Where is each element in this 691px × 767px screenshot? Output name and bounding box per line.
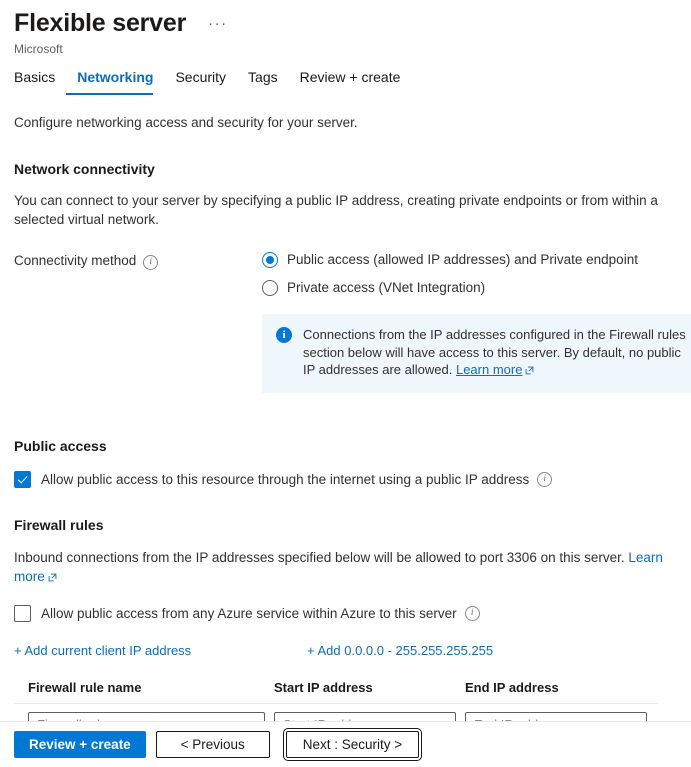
external-link-icon[interactable] [525,362,534,380]
connectivity-method-label: Connectivity method [14,252,136,270]
radio-private-access[interactable]: Private access (VNet Integration) [262,279,691,297]
more-options-icon[interactable]: ··· [208,18,228,30]
network-connectivity-heading: Network connectivity [14,160,677,179]
connectivity-method-row: Connectivity method Public access (allow… [14,251,677,393]
azure-services-checkbox-row[interactable]: Allow public access from any Azure servi… [14,605,677,623]
tab-networking[interactable]: Networking [66,68,164,95]
public-access-checkbox-label-group: Allow public access to this resource thr… [41,471,552,489]
page-intro-text: Configure networking access and security… [14,114,677,132]
page-title: Flexible server [14,8,186,38]
page-header: Flexible server ··· Microsoft [0,0,691,57]
firewall-rules-heading: Firewall rules [14,516,677,535]
wizard-footer: Review + create < Previous Next : Securi… [0,721,691,767]
column-header-rule-name: Firewall rule name [28,680,274,695]
add-all-ip-range-link[interactable]: + Add 0.0.0.0 - 255.255.255.255 [307,643,493,658]
info-banner-text-group: Connections from the IP addresses config… [303,326,691,380]
checkbox-allow-public-access[interactable] [14,471,31,488]
column-header-start-ip: Start IP address [274,680,465,695]
external-link-icon[interactable] [48,568,57,587]
connectivity-method-options: Public access (allowed IP addresses) and… [262,251,691,393]
azure-services-checkbox-label: Allow public access from any Azure servi… [41,605,457,623]
info-icon[interactable] [465,606,480,621]
add-ip-links-row: + Add current client IP address + Add 0.… [14,643,677,658]
info-icon[interactable] [143,255,158,270]
info-banner-learn-more-link[interactable]: Learn more [456,362,522,377]
tab-basics[interactable]: Basics [14,68,66,95]
radio-public-access[interactable]: Public access (allowed IP addresses) and… [262,251,691,269]
tab-review-create[interactable]: Review + create [289,68,412,95]
tab-security[interactable]: Security [164,68,237,95]
page-content: Configure networking access and security… [0,114,691,747]
azure-services-checkbox-label-group: Allow public access from any Azure servi… [41,605,480,623]
tab-tags[interactable]: Tags [237,68,289,95]
review-create-button[interactable]: Review + create [14,731,146,758]
public-access-checkbox-label: Allow public access to this resource thr… [41,471,529,489]
info-filled-icon [276,327,292,343]
connectivity-method-label-group: Connectivity method [14,251,262,393]
public-access-checkbox-row[interactable]: Allow public access to this resource thr… [14,471,677,489]
radio-button-icon[interactable] [262,280,278,296]
wizard-tabs: Basics Networking Security Tags Review +… [0,68,691,95]
radio-private-access-label: Private access (VNet Integration) [287,279,485,297]
firewall-table-header-row: Firewall rule name Start IP address End … [14,680,658,704]
publisher-label: Microsoft [14,41,691,57]
add-all-ip-cell: + Add 0.0.0.0 - 255.255.255.255 [307,643,493,658]
title-row: Flexible server ··· [14,8,691,38]
previous-button[interactable]: < Previous [156,731,270,758]
radio-public-access-label: Public access (allowed IP addresses) and… [287,251,638,269]
info-banner: Connections from the IP addresses config… [262,314,691,393]
info-icon[interactable] [537,472,552,487]
add-current-client-ip-cell: + Add current client IP address [14,643,307,658]
public-access-heading: Public access [14,437,677,456]
networking-tab-page: Flexible server ··· Microsoft Basics Net… [0,0,691,767]
add-current-client-ip-link[interactable]: + Add current client IP address [14,643,191,658]
network-connectivity-description: You can connect to your server by specif… [14,191,677,229]
radio-button-icon[interactable] [262,252,278,268]
column-header-end-ip: End IP address [465,680,656,695]
next-security-button[interactable]: Next : Security > [286,731,419,758]
checkbox-allow-azure-services[interactable] [14,605,31,622]
firewall-rules-description: Inbound connections from the IP addresse… [14,550,628,565]
firewall-rules-description-group: Inbound connections from the IP addresse… [14,548,677,587]
